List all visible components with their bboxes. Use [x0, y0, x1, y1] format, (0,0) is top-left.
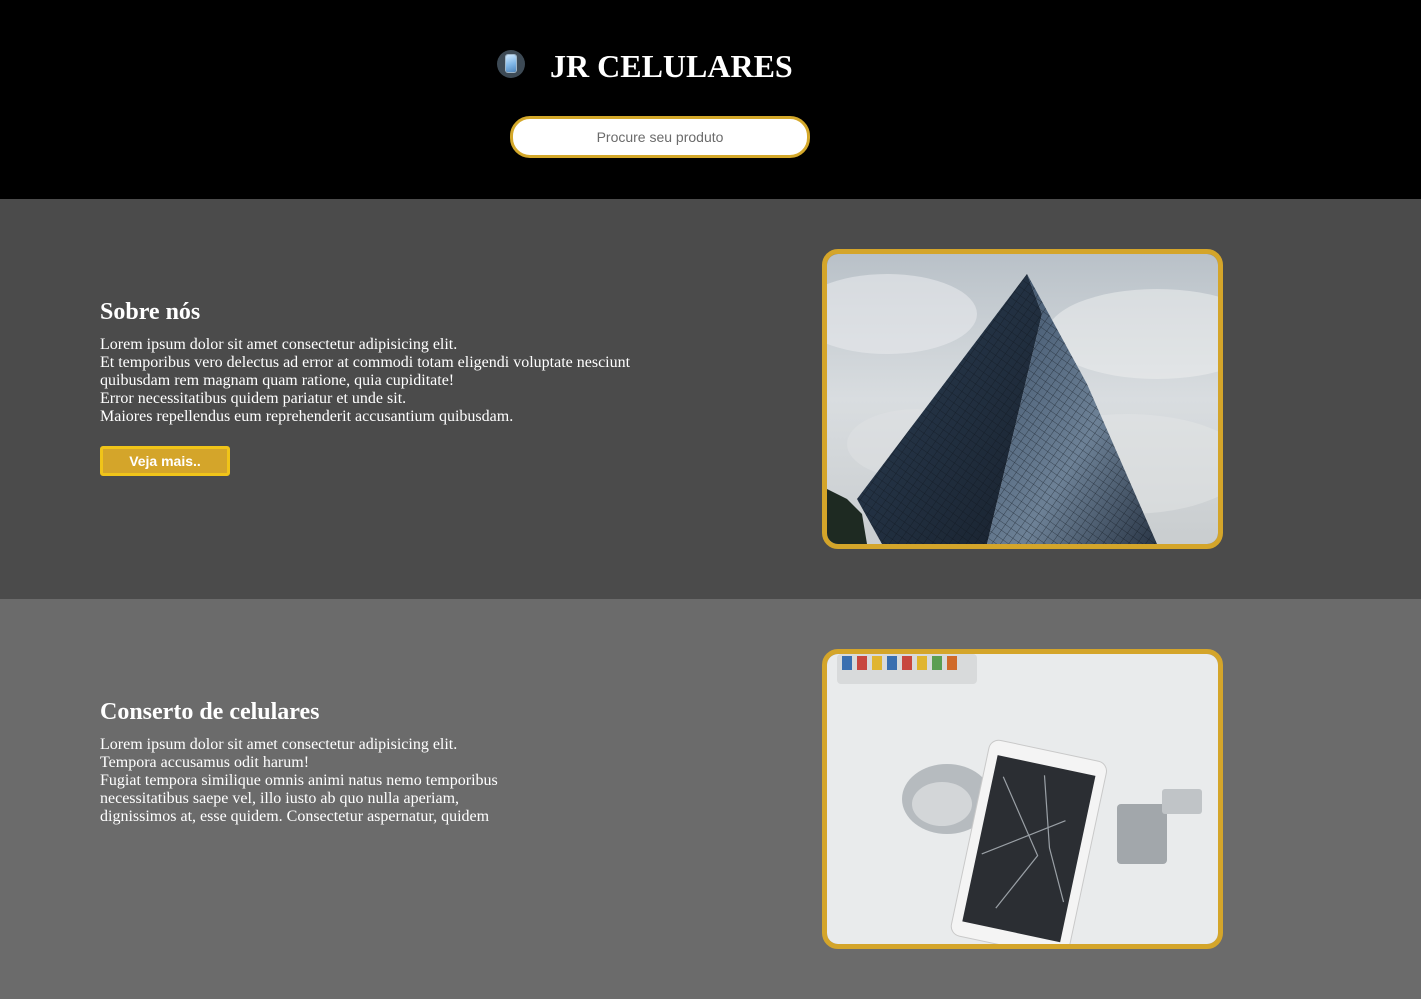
site-title: JR CELULARES — [550, 48, 793, 84]
about-text-line: quibusdam rem magnam quam ratione, quia … — [100, 372, 455, 389]
about-text-line: Maiores repellendus eum reprehenderit ac… — [100, 408, 514, 425]
about-section: Sobre nós Lorem ipsum dolor sit amet con… — [0, 199, 1421, 599]
about-text: Lorem ipsum dolor sit amet consectetur a… — [100, 336, 660, 426]
about-text-line: Et temporibus vero delectus ad error at … — [100, 354, 631, 371]
repair-text-line: Tempora accusamus odit harum! — [100, 754, 310, 771]
repair-title: Conserto de celulares — [100, 699, 320, 725]
skyscraper-image — [822, 249, 1223, 549]
phone-repair-image — [822, 649, 1223, 949]
mobile-phone-icon — [497, 50, 525, 78]
repair-text: Lorem ipsum dolor sit amet consectetur a… — [100, 736, 660, 826]
skyscraper-photo — [827, 254, 1218, 544]
repair-text-line: necessitatibus saepe vel, illo iusto ab … — [100, 790, 460, 807]
site-header: JR CELULARES — [0, 0, 1421, 199]
repair-text-line: dignissimos at, esse quidem. Consectetur… — [100, 808, 490, 825]
repair-text-line: Fugiat tempora similique omnis animi nat… — [100, 772, 498, 789]
repair-text-line: Lorem ipsum dolor sit amet consectetur a… — [100, 736, 458, 753]
search-input[interactable] — [510, 116, 810, 158]
about-text-line: Lorem ipsum dolor sit amet consectetur a… — [100, 336, 458, 353]
repair-section: Conserto de celulares Lorem ipsum dolor … — [0, 599, 1421, 999]
about-title: Sobre nós — [100, 299, 201, 325]
phone-repair-photo — [827, 654, 1218, 944]
about-text-line: Error necessitatibus quidem pariatur et … — [100, 390, 407, 407]
see-more-button[interactable]: Veja mais.. — [100, 446, 230, 476]
